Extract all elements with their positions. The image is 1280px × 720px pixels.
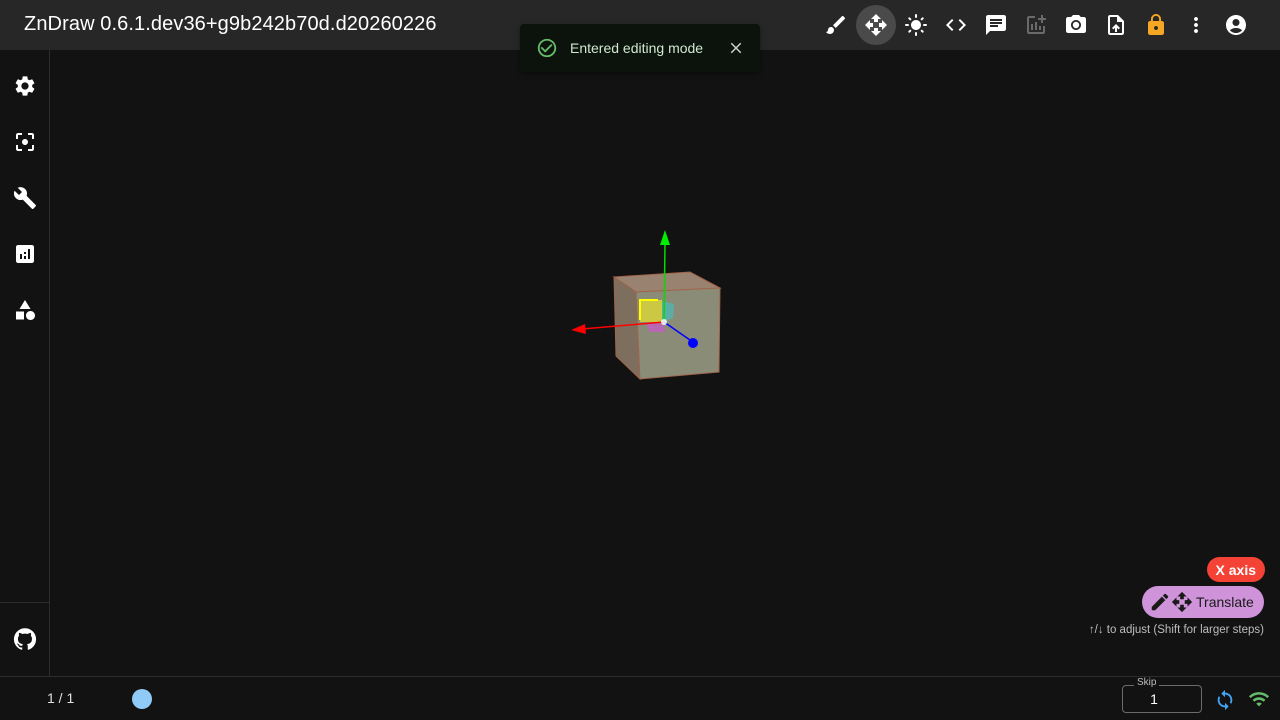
frame-slider-thumb[interactable] <box>132 689 152 709</box>
bottom-bar: 1 / 1 Skip <box>0 676 1280 720</box>
lock-button[interactable] <box>1136 5 1176 45</box>
account-icon <box>1226 15 1246 35</box>
sync-icon <box>1217 689 1233 711</box>
toolbar <box>816 5 1256 45</box>
sidebar-divider <box>0 602 49 603</box>
brightness-button[interactable] <box>896 5 936 45</box>
more-menu-button[interactable] <box>1176 5 1216 45</box>
add-chart-icon <box>1027 15 1046 34</box>
edit-pencil-icon <box>1151 593 1169 611</box>
viewport-canvas[interactable] <box>50 50 1280 676</box>
shapes-icon <box>16 300 35 320</box>
sidebar <box>0 50 50 676</box>
gizmo-y-axis[interactable] <box>663 243 666 323</box>
sidebar-item-settings[interactable] <box>5 66 45 106</box>
code-icon <box>946 19 966 31</box>
move-icon <box>865 14 887 36</box>
lock-icon <box>1148 14 1164 35</box>
add-chart-button[interactable] <box>1016 5 1056 45</box>
analytics-icon <box>16 245 34 263</box>
chat-icon <box>986 15 1006 35</box>
gizmo-z-handle[interactable] <box>688 338 698 348</box>
frame-counter: 1 / 1 <box>47 690 75 706</box>
gizmo-x-arrow[interactable] <box>571 324 586 334</box>
upload-file-button[interactable] <box>1096 5 1136 45</box>
connection-status <box>1248 688 1270 710</box>
wrench-icon <box>13 187 36 209</box>
upload-file-icon <box>1108 15 1124 35</box>
axis-constraint-chip[interactable]: X axis <box>1206 557 1265 582</box>
chat-button[interactable] <box>976 5 1016 45</box>
account-button[interactable] <box>1216 5 1256 45</box>
sync-button[interactable] <box>1214 689 1236 711</box>
move-icon <box>1171 591 1193 613</box>
app-title: ZnDraw 0.6.1.dev36+g9b242b70d.d20260226 <box>24 13 437 35</box>
brush-button[interactable] <box>816 5 856 45</box>
more-vert-icon <box>1194 17 1198 33</box>
check-circle-icon <box>536 37 558 59</box>
transform-mode-label: Translate <box>1196 594 1254 610</box>
code-button[interactable] <box>936 5 976 45</box>
skip-input[interactable] <box>1126 688 1182 710</box>
skip-label: Skip <box>1134 677 1160 688</box>
sidebar-item-tools[interactable] <box>5 178 45 218</box>
transform-mode-chip[interactable]: Translate <box>1142 586 1264 618</box>
scene-3d[interactable] <box>50 50 1280 676</box>
center-focus-icon <box>16 133 34 151</box>
close-icon <box>730 42 742 54</box>
settings-icon <box>15 76 35 96</box>
github-icon <box>13 628 37 650</box>
gizmo-y-arrow[interactable] <box>660 230 670 245</box>
screenshot-button[interactable] <box>1056 5 1096 45</box>
sidebar-item-analysis[interactable] <box>5 234 45 274</box>
adjust-hint: ↑/↓ to adjust (Shift for larger steps) <box>1088 624 1264 636</box>
gizmo-xy-plane[interactable] <box>640 300 662 322</box>
sidebar-item-selection[interactable] <box>5 122 45 162</box>
wifi-icon <box>1248 692 1270 707</box>
github-link[interactable] <box>5 619 45 659</box>
toast-notification: Entered editing mode <box>520 24 760 72</box>
move-button[interactable] <box>856 5 896 45</box>
camera-icon <box>1066 15 1086 33</box>
brush-icon <box>826 15 846 35</box>
sidebar-item-geometries[interactable] <box>5 290 45 330</box>
gizmo-center[interactable] <box>661 319 667 325</box>
toast-message: Entered editing mode <box>570 40 704 56</box>
brightness-icon <box>905 14 927 36</box>
toast-close-button[interactable] <box>724 36 748 60</box>
